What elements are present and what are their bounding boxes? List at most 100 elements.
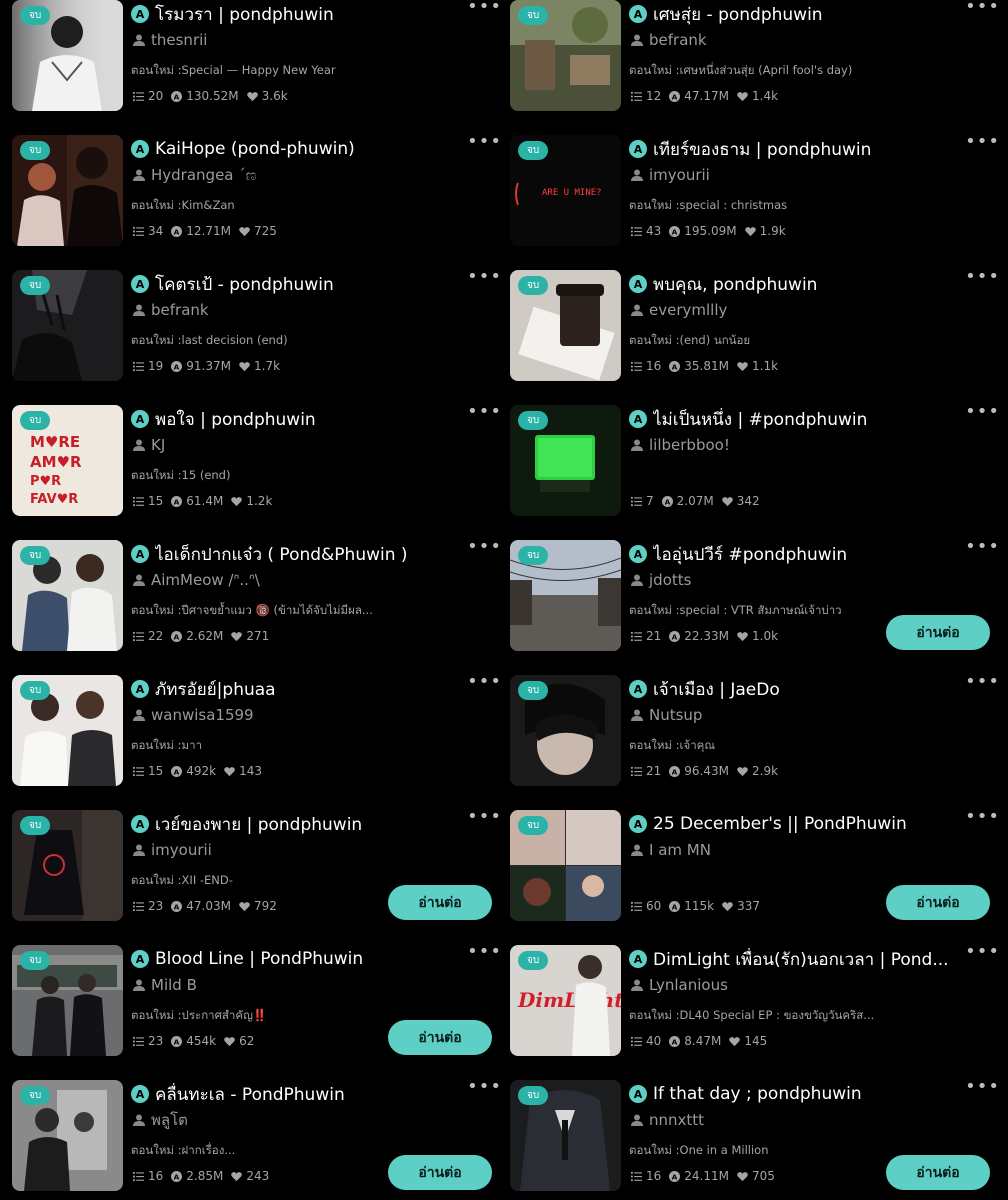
story-card[interactable]: DimLight จบ A DimLight เพื่อน(รัก)นอกเวลา |… bbox=[510, 941, 1008, 1080]
more-options-icon[interactable]: ••• bbox=[965, 266, 1000, 287]
author-name[interactable]: imyourii bbox=[649, 166, 710, 184]
story-title[interactable]: เทียร์ของธาม | pondphuwin bbox=[653, 138, 871, 160]
author-row[interactable]: befrank bbox=[631, 30, 707, 50]
more-options-icon[interactable]: ••• bbox=[965, 1076, 1000, 1097]
author-row[interactable]: lilberbboo! bbox=[631, 435, 730, 455]
story-cover-image[interactable]: จบ bbox=[510, 405, 621, 516]
author-row[interactable]: imyourii bbox=[133, 840, 212, 860]
story-card[interactable]: M♥RE AM♥R P♥R FAV♥R จบ A พอใจ | pondphuwin ••• K… bbox=[12, 401, 510, 540]
story-title-row[interactable]: A 25 December's || PondPhuwin bbox=[629, 813, 976, 835]
story-cover-image[interactable]: M♥RE AM♥R P♥R FAV♥R จบ bbox=[12, 405, 123, 516]
story-title[interactable]: เจ้าเมือง | JaeDo bbox=[653, 678, 780, 700]
story-title-row[interactable]: A Blood Line | PondPhuwin bbox=[131, 948, 478, 970]
continue-reading-button[interactable]: อ่านต่อ bbox=[388, 1155, 492, 1190]
author-name[interactable]: lilberbboo! bbox=[649, 436, 730, 454]
story-cover-image[interactable]: จบ bbox=[12, 1080, 123, 1191]
story-card[interactable]: จบ A เศษสุ่ย - pondphuwin ••• befrank ตอนใหม่… bbox=[510, 0, 1008, 135]
story-cover-image[interactable]: จบ bbox=[510, 675, 621, 786]
story-title[interactable]: ไอเด็กปากแจ๋ว ( Pond&Phuwin ) bbox=[155, 543, 408, 565]
author-name[interactable]: AimMeow /ᐢ..ᐢ\ bbox=[151, 571, 260, 589]
more-options-icon[interactable]: ••• bbox=[965, 0, 1000, 17]
story-title[interactable]: โรมวรา | pondphuwin bbox=[155, 3, 334, 25]
author-name[interactable]: everymllly bbox=[649, 301, 727, 319]
story-title-row[interactable]: A คลื่นทะเล - PondPhuwin bbox=[131, 1083, 478, 1105]
story-cover-image[interactable]: จบ bbox=[510, 540, 621, 651]
story-cover-image[interactable]: จบ bbox=[12, 675, 123, 786]
author-name[interactable]: Hydrangea ´ಣ bbox=[151, 166, 256, 184]
story-title-row[interactable]: A เทียร์ของธาม | pondphuwin bbox=[629, 138, 976, 160]
author-name[interactable]: wanwisa1599 bbox=[151, 706, 254, 724]
story-card[interactable]: จบ A เจ้าเมือง | JaeDo ••• Nutsup ตอนใหม่ :เจ… bbox=[510, 671, 1008, 810]
more-options-icon[interactable]: ••• bbox=[467, 0, 502, 17]
more-options-icon[interactable]: ••• bbox=[965, 671, 1000, 692]
author-row[interactable]: I am MN bbox=[631, 840, 711, 860]
author-row[interactable]: Mild B bbox=[133, 975, 197, 995]
story-title-row[interactable]: A พบคุณ, pondphuwin bbox=[629, 273, 976, 295]
author-name[interactable]: Lynlanious bbox=[649, 976, 728, 994]
story-title[interactable]: Blood Line | PondPhuwin bbox=[155, 949, 363, 969]
story-cover-image[interactable]: จบ bbox=[12, 945, 123, 1056]
story-title-row[interactable]: A ไอเด็กปากแจ๋ว ( Pond&Phuwin ) bbox=[131, 543, 478, 565]
story-title[interactable]: ภัทรอัยย์|phuaa bbox=[155, 678, 276, 700]
author-name[interactable]: befrank bbox=[649, 31, 707, 49]
author-row[interactable]: thesnrii bbox=[133, 30, 207, 50]
story-title-row[interactable]: A เวย์ของพาย | pondphuwin bbox=[131, 813, 478, 835]
story-cover-image[interactable]: จบ bbox=[510, 1080, 621, 1191]
story-title-row[interactable]: A โรมวรา | pondphuwin bbox=[131, 3, 478, 25]
story-title-row[interactable]: A เจ้าเมือง | JaeDo bbox=[629, 678, 976, 700]
author-row[interactable]: KJ bbox=[133, 435, 165, 455]
author-row[interactable]: Hydrangea ´ಣ bbox=[133, 165, 256, 185]
author-name[interactable]: I am MN bbox=[649, 841, 711, 859]
story-card[interactable]: จบ A โคตรเป้ - pondphuwin ••• befrank ตอนใหม่… bbox=[12, 266, 510, 405]
story-card[interactable]: จบ A ไม่เป็นหนึ่ง | #pondphuwin ••• lilberbb… bbox=[510, 401, 1008, 540]
author-row[interactable]: imyourii bbox=[631, 165, 710, 185]
story-cover-image[interactable]: จบ bbox=[12, 810, 123, 921]
story-card[interactable]: จบ A Blood Line | PondPhuwin ••• Mild B ตอนให… bbox=[12, 941, 510, 1080]
author-row[interactable]: Lynlanious bbox=[631, 975, 728, 995]
author-name[interactable]: imyourii bbox=[151, 841, 212, 859]
author-row[interactable]: befrank bbox=[133, 300, 209, 320]
story-title-row[interactable]: A โคตรเป้ - pondphuwin bbox=[131, 273, 478, 295]
more-options-icon[interactable]: ••• bbox=[467, 131, 502, 152]
story-title-row[interactable]: A ไม่เป็นหนึ่ง | #pondphuwin bbox=[629, 408, 976, 430]
author-name[interactable]: KJ bbox=[151, 436, 165, 454]
story-card[interactable]: จบ A คลื่นทะเล - PondPhuwin ••• พลูโต ตอนใหม่… bbox=[12, 1076, 510, 1200]
story-title-row[interactable]: A เศษสุ่ย - pondphuwin bbox=[629, 3, 976, 25]
story-title[interactable]: ไม่เป็นหนึ่ง | #pondphuwin bbox=[653, 408, 867, 430]
continue-reading-button[interactable]: อ่านต่อ bbox=[388, 1020, 492, 1055]
more-options-icon[interactable]: ••• bbox=[965, 941, 1000, 962]
more-options-icon[interactable]: ••• bbox=[965, 536, 1000, 557]
story-card[interactable]: จบ A โรมวรา | pondphuwin ••• thesnrii ตอนใหม่… bbox=[12, 0, 510, 135]
more-options-icon[interactable]: ••• bbox=[467, 1076, 502, 1097]
author-row[interactable]: nnnxttt bbox=[631, 1110, 704, 1130]
author-row[interactable]: AimMeow /ᐢ..ᐢ\ bbox=[133, 570, 260, 590]
story-title[interactable]: พอใจ | pondphuwin bbox=[155, 408, 316, 430]
more-options-icon[interactable]: ••• bbox=[467, 806, 502, 827]
story-cover-image[interactable]: จบ bbox=[510, 270, 621, 381]
story-title[interactable]: If that day ; pondphuwin bbox=[653, 1084, 862, 1104]
author-name[interactable]: nnnxttt bbox=[649, 1111, 704, 1129]
continue-reading-button[interactable]: อ่านต่อ bbox=[886, 885, 990, 920]
more-options-icon[interactable]: ••• bbox=[965, 401, 1000, 422]
continue-reading-button[interactable]: อ่านต่อ bbox=[886, 1155, 990, 1190]
author-name[interactable]: thesnrii bbox=[151, 31, 207, 49]
story-card[interactable]: จบ A KaiHope (pond-phuwin) ••• Hydrangea ´ಣ ต… bbox=[12, 131, 510, 270]
story-title-row[interactable]: A KaiHope (pond-phuwin) bbox=[131, 138, 478, 160]
story-cover-image[interactable]: จบ bbox=[510, 0, 621, 111]
story-title[interactable]: โคตรเป้ - pondphuwin bbox=[155, 273, 334, 295]
more-options-icon[interactable]: ••• bbox=[467, 536, 502, 557]
story-cover-image[interactable]: DimLight จบ bbox=[510, 945, 621, 1056]
story-title[interactable]: เวย์ของพาย | pondphuwin bbox=[155, 813, 362, 835]
story-title[interactable]: DimLight เพื่อน(รัก)นอกเวลา | Pond... bbox=[653, 948, 949, 970]
story-card[interactable]: จบ A ไออุ่นปวีร์ #pondphuwin ••• jdotts ตอนให… bbox=[510, 536, 1008, 675]
more-options-icon[interactable]: ••• bbox=[965, 131, 1000, 152]
story-card[interactable]: ARE U MINE? จบ A เทียร์ของธาม | pondphuwin •… bbox=[510, 131, 1008, 270]
more-options-icon[interactable]: ••• bbox=[467, 941, 502, 962]
story-cover-image[interactable]: ARE U MINE? จบ bbox=[510, 135, 621, 246]
story-title[interactable]: พบคุณ, pondphuwin bbox=[653, 273, 817, 295]
continue-reading-button[interactable]: อ่านต่อ bbox=[886, 615, 990, 650]
story-card[interactable]: จบ A พบคุณ, pondphuwin ••• everymllly ตอนใหม่… bbox=[510, 266, 1008, 405]
story-cover-image[interactable]: จบ bbox=[12, 270, 123, 381]
story-title[interactable]: ไออุ่นปวีร์ #pondphuwin bbox=[653, 543, 847, 565]
more-options-icon[interactable]: ••• bbox=[467, 671, 502, 692]
